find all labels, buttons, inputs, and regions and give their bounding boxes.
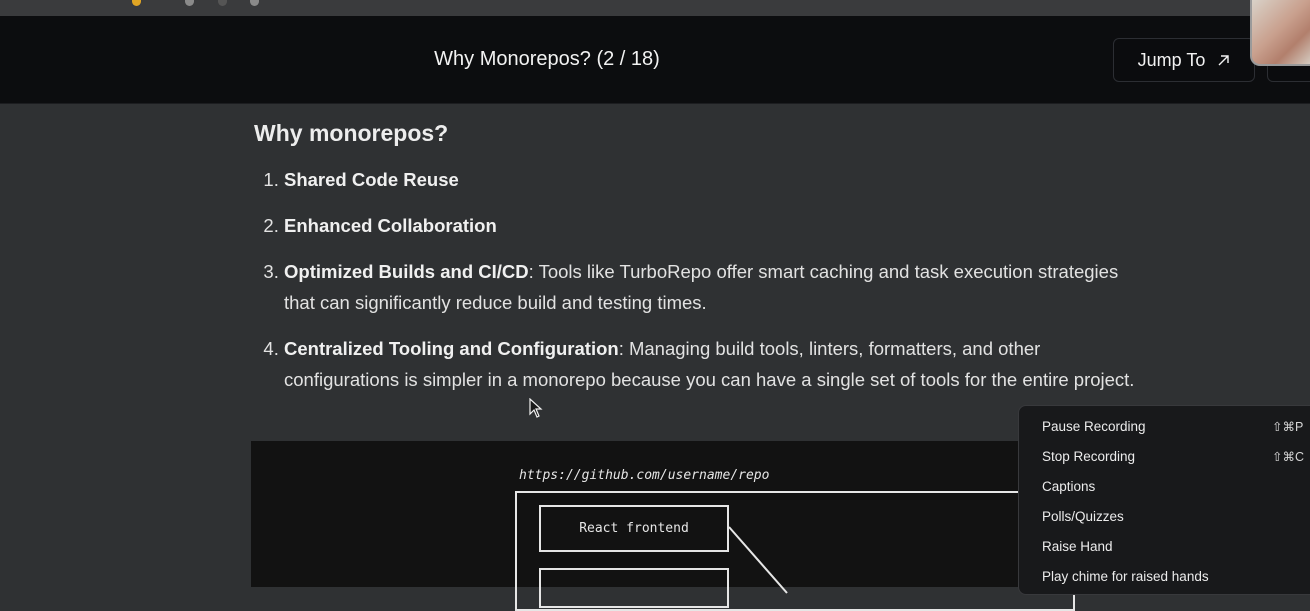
list-item: Centralized Tooling and Configuration: M… [284,333,1154,395]
menu-item-captions[interactable]: Captions [1019,472,1310,502]
item-title: Optimized Builds and CI/CD [284,261,529,282]
mouse-cursor-icon [529,398,543,418]
slide-header: Why Monorepos? (2 / 18) Jump To [0,16,1310,104]
menu-item-shortcut: ⇧⌘P [1272,420,1304,434]
repo-url-label: https://github.com/username/repo [519,468,770,483]
architecture-diagram: https://github.com/username/repo React f… [251,441,1075,611]
reasons-list: Shared Code Reuse Enhanced Collaboration… [254,164,1154,395]
react-frontend-box: React frontend [539,505,729,552]
toolbar-icon[interactable] [250,0,259,6]
menu-item-label: Stop Recording [1042,449,1136,464]
section-heading: Why monorepos? [254,120,449,146]
item-title: Centralized Tooling and Configuration [284,338,619,359]
jump-to-button[interactable]: Jump To [1113,38,1255,82]
toolbar-icon[interactable] [218,0,227,6]
jump-to-label: Jump To [1137,49,1206,70]
menu-item-pause-recording[interactable]: Pause Recording ⇧⌘P [1019,412,1310,442]
webcam-overlay [1250,0,1310,66]
slide-content: Why monorepos? Shared Code Reuse Enhance… [254,108,1154,410]
page-title: Why Monorepos? (2 / 18) [434,48,660,70]
toolbar-icon[interactable] [185,0,194,6]
connector-line [728,526,788,594]
menu-item-label: Play chime for raised hands [1042,569,1209,584]
menu-item-label: Raise Hand [1042,539,1113,554]
menu-item-stop-recording[interactable]: Stop Recording ⇧⌘C [1019,442,1310,472]
list-item: Enhanced Collaboration [284,210,1154,241]
item-title: Enhanced Collaboration [284,215,497,236]
item-title: Shared Code Reuse [284,169,459,190]
browser-top-strip [0,0,1310,16]
menu-item-label: Pause Recording [1042,419,1146,434]
menu-item-label: Polls/Quizzes [1042,509,1124,524]
menu-item-label: Captions [1042,479,1096,494]
menu-item-raise-hand[interactable]: Raise Hand [1019,532,1310,562]
menu-item-shortcut: ⇧⌘C [1272,450,1305,464]
app-box [539,568,729,608]
list-item: Shared Code Reuse [284,164,1154,195]
list-item: Optimized Builds and CI/CD: Tools like T… [284,256,1154,318]
arrow-up-right-icon [1218,54,1230,65]
menu-item-play-chime[interactable]: Play chime for raised hands [1019,562,1310,592]
recording-menu: Pause Recording ⇧⌘P Stop Recording ⇧⌘C C… [1018,405,1310,595]
menu-item-polls-quizzes[interactable]: Polls/Quizzes [1019,502,1310,532]
toolbar-icon[interactable] [132,0,141,6]
